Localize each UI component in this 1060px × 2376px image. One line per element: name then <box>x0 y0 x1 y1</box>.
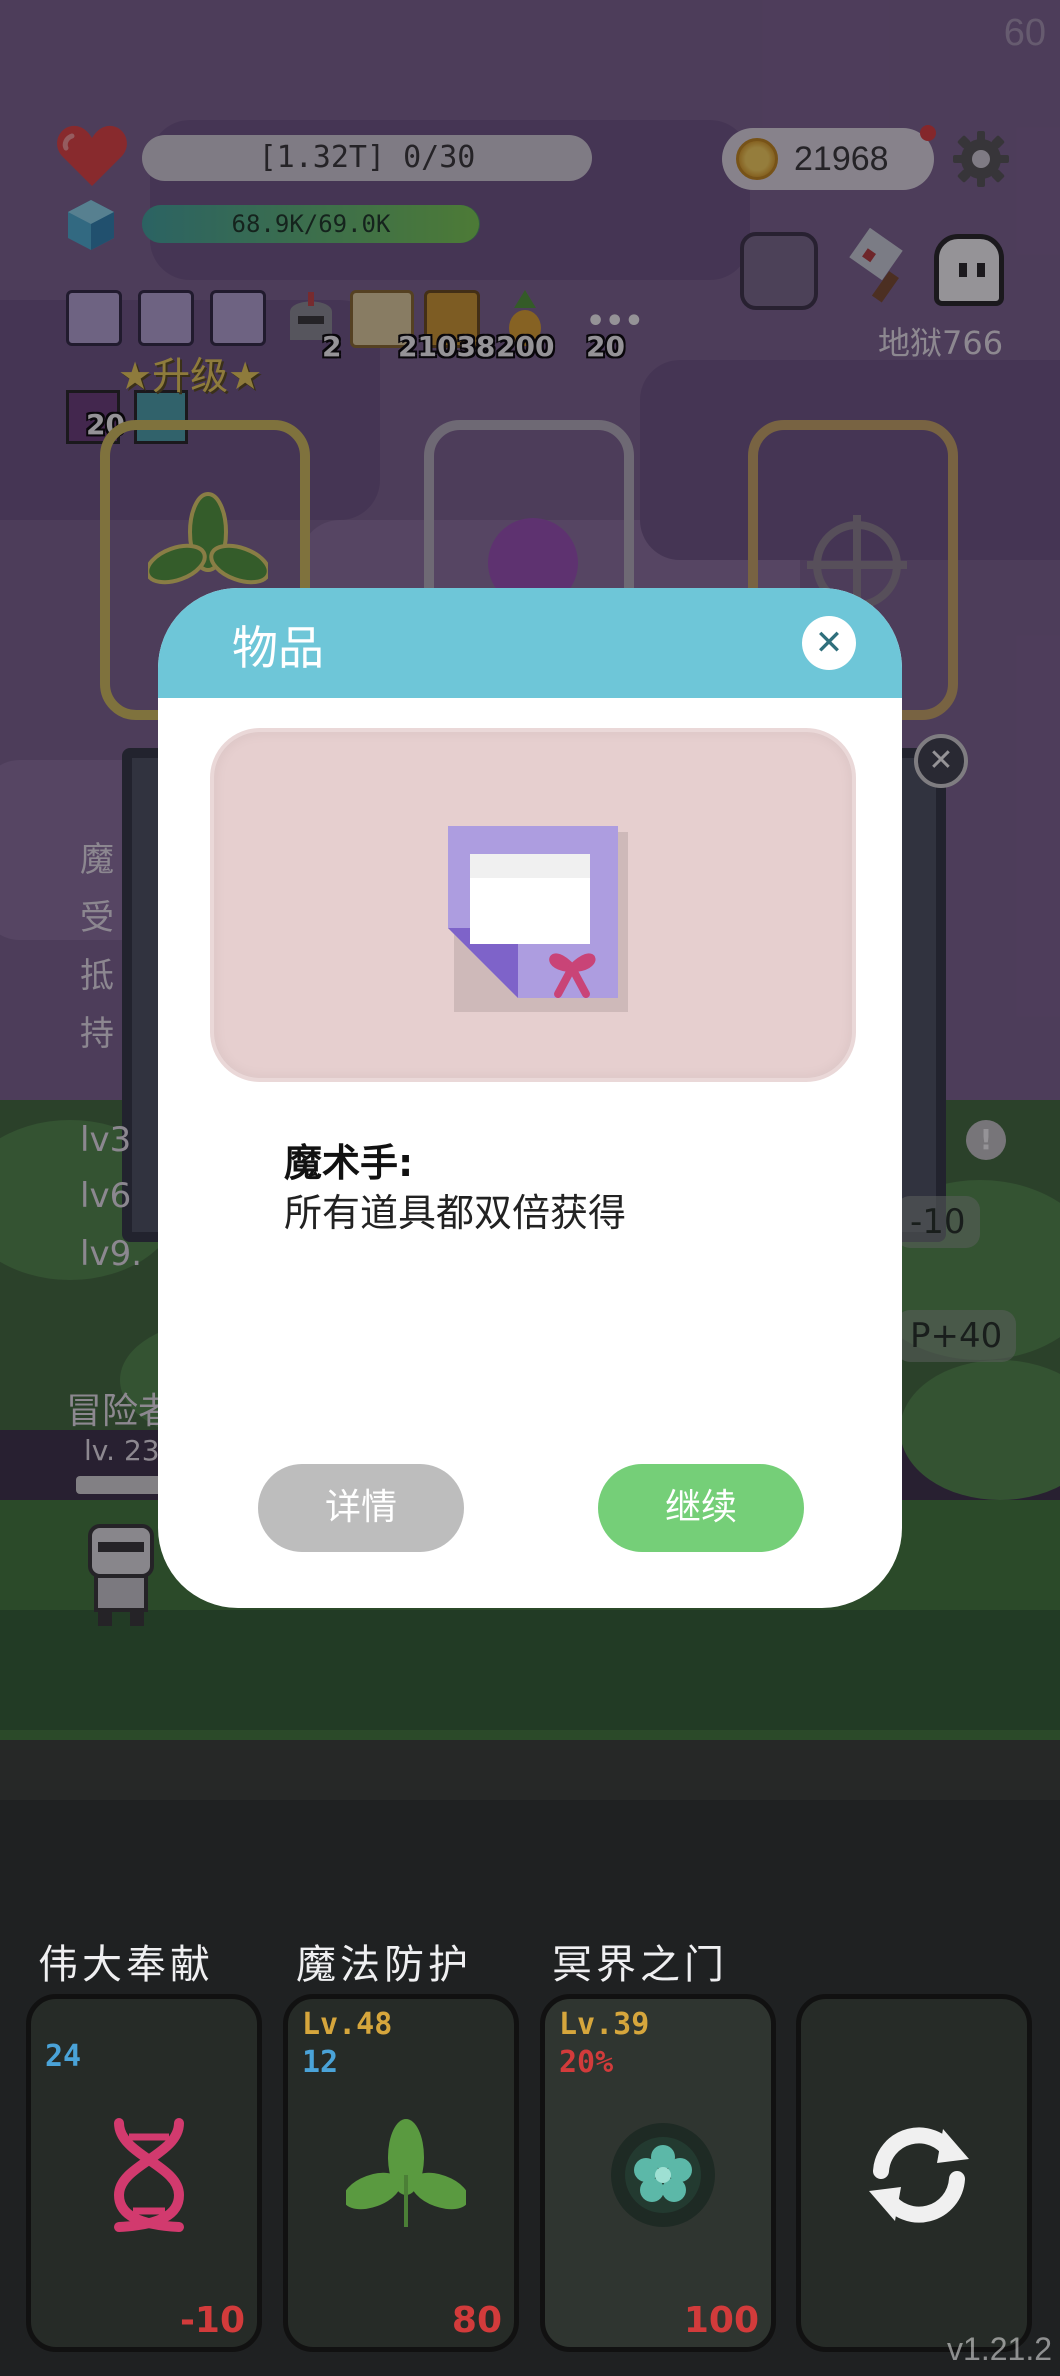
modal-title: 物品 <box>232 621 324 675</box>
item-modal: 物品 ✕ 魔术手: 所有道具都双倍获得 详情 继续 <box>158 588 902 1608</box>
leaf-icon <box>346 2119 466 2227</box>
skill-card-dna[interactable]: 24 -10 <box>26 1994 262 2352</box>
refresh-icon[interactable] <box>859 2115 979 2235</box>
skill-value: 100 <box>683 2300 759 2341</box>
version-label: v1.21.2 <box>947 2331 1052 2367</box>
skill-level: Lv.39 <box>559 2007 650 2042</box>
portal-icon <box>611 2123 715 2227</box>
skill-card-underworld-gate[interactable]: Lv.39 20% 100 <box>540 1994 776 2352</box>
skill-card-refresh[interactable] <box>796 1994 1032 2352</box>
item-description: 所有道具都双倍获得 <box>284 1191 627 1235</box>
continue-button[interactable]: 继续 <box>598 1464 804 1552</box>
skill-cost: 12 <box>302 2045 339 2080</box>
skill-value: -10 <box>179 2300 245 2341</box>
skill-name: 魔法防护 <box>296 1942 472 1988</box>
skill-value: 80 <box>451 2300 502 2341</box>
dna-icon <box>113 2118 185 2232</box>
item-name: 魔术手: <box>284 1141 414 1185</box>
skill-name: 伟大奉献 <box>38 1942 214 1988</box>
skill-cost: 24 <box>45 2039 82 2074</box>
skill-cost: 20% <box>559 2045 614 2080</box>
detail-button[interactable]: 详情 <box>258 1464 464 1552</box>
close-icon[interactable]: ✕ <box>802 616 856 670</box>
skill-card-magic-shield[interactable]: Lv.48 12 80 <box>283 1994 519 2352</box>
skill-name: 冥界之门 <box>552 1942 728 1988</box>
skill-level: Lv.48 <box>302 2007 393 2042</box>
magic-hand-icon <box>448 826 628 1012</box>
